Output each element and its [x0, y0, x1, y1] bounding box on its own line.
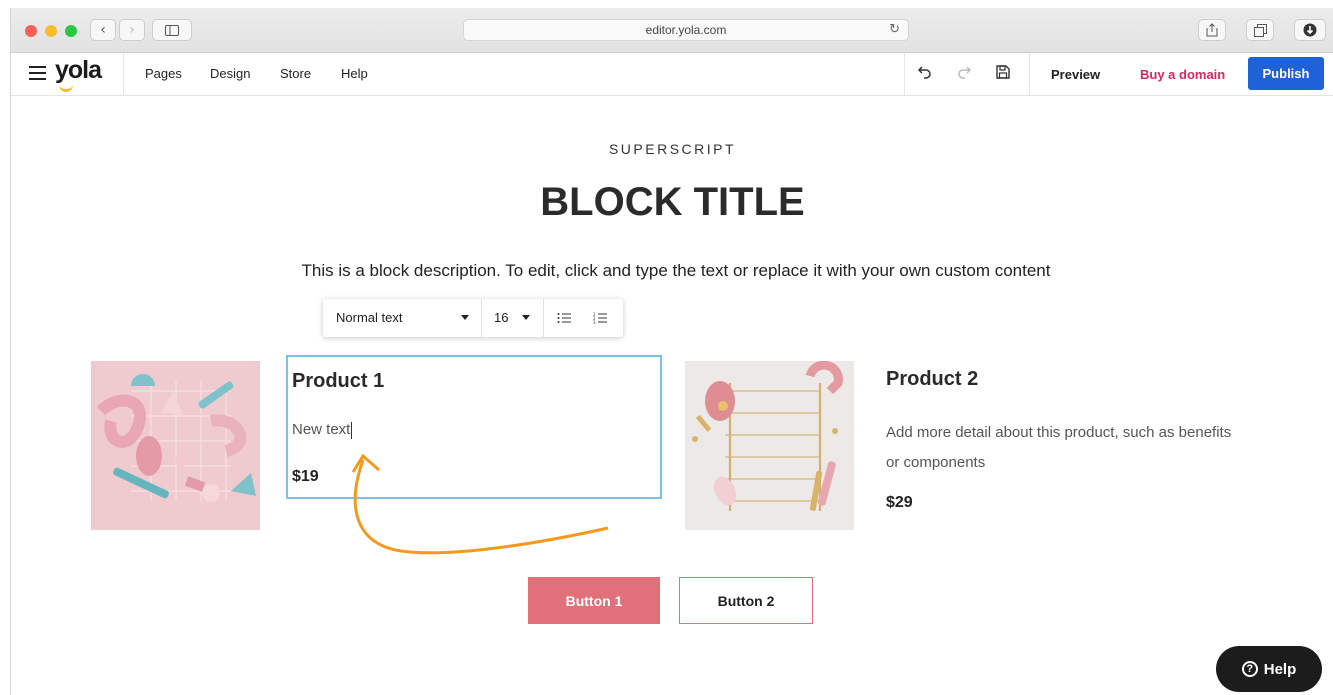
button-1[interactable]: Button 1 — [528, 577, 660, 624]
nav-store[interactable]: Store — [280, 66, 311, 81]
back-icon[interactable]: ‹ — [90, 19, 116, 41]
product-2-price[interactable]: $29 — [886, 494, 913, 512]
tabs-icon[interactable] — [1246, 19, 1274, 41]
numbered-list-icon[interactable]: 123 — [589, 307, 611, 329]
font-size-select[interactable]: 16 — [494, 310, 508, 325]
block-title[interactable]: BLOCK TITLE — [11, 180, 1333, 225]
svg-text:3: 3 — [593, 320, 596, 325]
product-1-description[interactable]: New text — [292, 415, 353, 445]
address-bar[interactable]: editor.yola.com ↻ — [463, 19, 909, 41]
logo-swoosh — [59, 84, 73, 92]
url-text: editor.yola.com — [645, 23, 727, 37]
chevron-down-icon[interactable] — [461, 315, 469, 320]
zoom-window-button[interactable] — [65, 25, 77, 37]
forward-icon[interactable]: › — [119, 19, 145, 41]
sidebar-icon[interactable] — [152, 19, 192, 41]
product-1-price[interactable]: $19 — [292, 468, 319, 486]
block-superscript[interactable]: SUPERSCRIPT — [11, 141, 1333, 157]
preview-button[interactable]: Preview — [1051, 67, 1100, 82]
divider — [1029, 53, 1030, 95]
yola-logo[interactable]: yola — [55, 56, 102, 85]
chevron-down-icon[interactable] — [522, 315, 530, 320]
product-1-name[interactable]: Product 1 — [292, 370, 384, 393]
publish-button[interactable]: Publish — [1248, 57, 1324, 90]
nav-pages[interactable]: Pages — [145, 66, 182, 81]
question-icon: ? — [1241, 661, 1258, 677]
help-label: Help — [1263, 660, 1297, 678]
product-2-description[interactable]: Add more detail about this product, such… — [886, 418, 1246, 478]
help-button[interactable]: ? Help — [1216, 646, 1322, 692]
download-icon[interactable] — [1294, 19, 1326, 41]
save-icon[interactable] — [992, 61, 1014, 83]
browser-window: ‹ › editor.yola.com ↻ yola Pages Design … — [10, 8, 1333, 695]
nav-help[interactable]: Help — [341, 66, 368, 81]
text-style-select[interactable]: Normal text — [336, 310, 402, 325]
text-cursor — [351, 421, 353, 439]
reload-icon[interactable]: ↻ — [889, 20, 900, 40]
product-2-image[interactable] — [685, 361, 854, 530]
product-2-name[interactable]: Product 2 — [886, 368, 978, 391]
block-description[interactable]: This is a block description. To edit, cl… — [291, 256, 1061, 286]
annotation-arrow — [351, 453, 609, 555]
divider — [904, 53, 905, 95]
share-icon[interactable] — [1198, 19, 1226, 41]
product-1-image[interactable] — [91, 361, 260, 530]
bulleted-list-icon[interactable] — [553, 307, 575, 329]
close-window-button[interactable] — [25, 25, 37, 37]
nav-design[interactable]: Design — [210, 66, 250, 81]
text-format-toolbar: Normal text 16 123 — [323, 299, 623, 337]
divider — [481, 299, 482, 337]
button-2[interactable]: Button 2 — [679, 577, 813, 624]
undo-icon[interactable] — [914, 61, 936, 83]
divider — [123, 53, 124, 95]
product-1-description-text[interactable]: New text — [292, 421, 350, 438]
browser-toolbar: ‹ › editor.yola.com ↻ — [11, 8, 1333, 53]
buy-domain-link[interactable]: Buy a domain — [1140, 67, 1225, 82]
redo-icon[interactable] — [953, 61, 975, 83]
menu-icon[interactable] — [29, 61, 49, 83]
minimize-window-button[interactable] — [45, 25, 57, 37]
editor-toolbar: yola Pages Design Store Help Preview Buy… — [11, 53, 1333, 96]
divider — [543, 299, 544, 337]
